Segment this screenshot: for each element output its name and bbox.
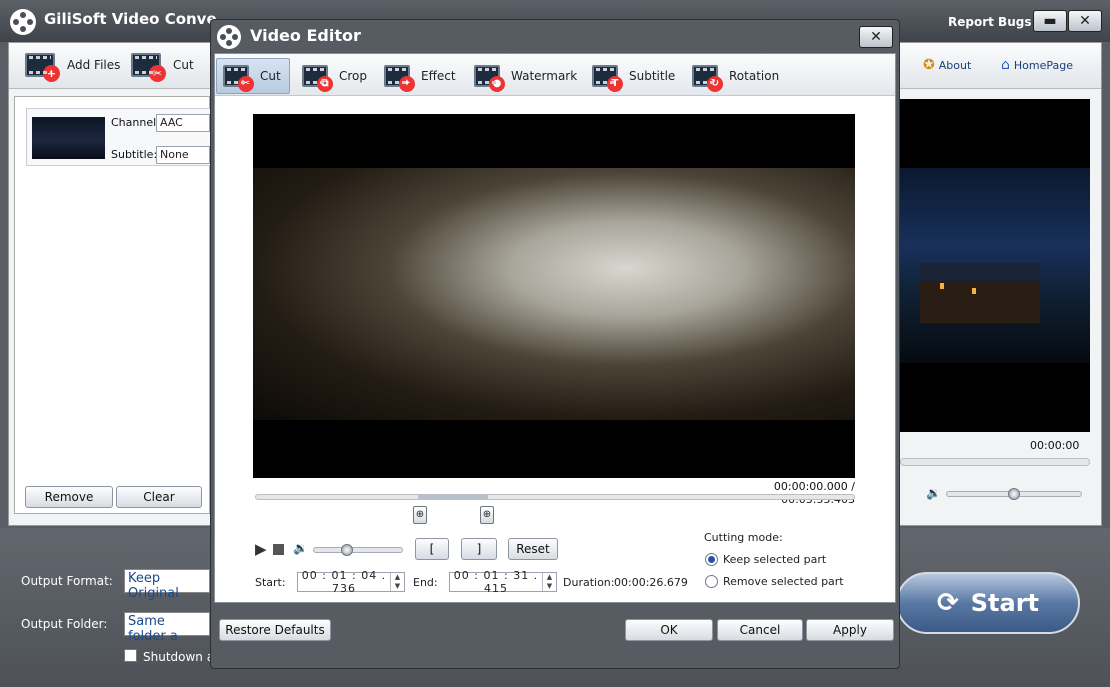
video-frame [253,168,855,420]
start-time-stepper[interactable]: 00 : 01 : 04 . 736 ▲ ▼ [297,569,405,595]
keep-selected-label: Keep selected part [723,553,827,566]
watermark-drop-icon: ● [474,65,505,92]
remove-selected-radio[interactable] [705,575,718,588]
end-label: End: [413,576,438,589]
preview-time: 00:00:00 [1030,439,1080,452]
add-files-icon: + [25,53,60,82]
add-files-button[interactable]: + Add Files [25,53,121,82]
subtitle-select[interactable]: None [156,146,210,164]
seek-bar[interactable] [255,494,855,500]
tab-subtitle[interactable]: T Subtitle [586,58,681,94]
volume-knob[interactable] [341,544,353,556]
effect-wand-icon: ✦ [384,65,415,92]
tab-crop[interactable]: ⧉ Crop [296,58,373,94]
close-button[interactable]: ✕ [1068,10,1102,32]
medal-icon: ✪ [923,57,935,73]
dialog-logo-icon [217,25,241,49]
dialog-title: Video Editor [250,26,361,45]
mark-out-button[interactable]: ] [461,538,497,560]
add-files-label: Add Files [67,58,121,72]
output-format-label: Output Format: [21,574,113,588]
channel-select[interactable]: AAC [156,114,210,132]
cut-button[interactable]: ✂ Cut [131,53,194,82]
shutdown-label: Shutdown a [143,650,215,664]
subtitle-label: Subtitle: [111,148,158,161]
end-time-value: 00 : 01 : 31 . 415 [453,569,539,595]
tab-watermark[interactable]: ● Watermark [468,58,583,94]
channel-label: Channel: [111,116,160,129]
restore-defaults-button[interactable]: Restore Defaults [219,619,331,641]
remove-selected-label: Remove selected part [723,575,844,588]
duration-label: Duration: [563,576,615,589]
about-label: About [938,58,972,72]
app-title: GiliSoft Video Conve [44,10,217,28]
about-link[interactable]: ✪ About [923,57,971,73]
subtitle-text-icon: T [592,65,623,92]
ok-button[interactable]: OK [625,619,713,641]
scissors-icon: ✂ [131,53,166,82]
shutdown-checkbox[interactable] [124,649,137,662]
volume-slider[interactable] [313,547,403,553]
clear-button[interactable]: Clear [116,486,202,508]
video-thumbnail [32,117,105,159]
end-marker-handle[interactable]: ⊕ [480,506,494,524]
scissors-icon: ✂ [223,65,254,92]
reset-button[interactable]: Reset [508,538,558,560]
start-spin-arrows[interactable]: ▲ ▼ [390,573,404,591]
play-icon[interactable]: ▶ [255,540,267,558]
duration-value: 00:00:26.679 [614,576,688,589]
start-label: Start: [255,576,286,589]
homepage-link[interactable]: ⌂ HomePage [1001,57,1073,73]
apply-button[interactable]: Apply [806,619,894,641]
cut-label: Cut [173,58,194,72]
tab-cut[interactable]: ✂ Cut [216,58,290,94]
cancel-button[interactable]: Cancel [717,619,803,641]
tab-rotation-label: Rotation [729,69,780,83]
homepage-label: HomePage [1013,58,1074,72]
preview-seek-bar[interactable] [900,458,1090,466]
stop-icon[interactable] [273,544,284,555]
tab-rotation[interactable]: ↻ Rotation [686,58,785,94]
preview-volume-icon[interactable]: 🔉 [926,486,941,500]
preview-volume-knob[interactable] [1008,488,1020,500]
start-time-value: 00 : 01 : 04 . 736 [301,569,387,595]
tab-effect[interactable]: ✦ Effect [378,58,462,94]
tab-crop-label: Crop [339,69,368,83]
dialog-close-button[interactable]: ✕ [859,26,893,48]
remove-button[interactable]: Remove [25,486,113,508]
output-format-select[interactable]: Keep Original [124,569,210,601]
refresh-icon: ⟳ [936,588,959,618]
output-folder-label: Output Folder: [21,617,108,631]
app-logo-icon [10,9,36,35]
minimize-button[interactable]: ▬ [1033,10,1067,32]
end-time-stepper[interactable]: 00 : 01 : 31 . 415 ▲ ▼ [449,569,557,595]
start-button[interactable]: ⟳ Start [896,572,1080,634]
preview-frame [900,168,1090,363]
tab-effect-label: Effect [421,69,456,83]
rotation-icon: ↻ [692,65,723,92]
start-label: Start [970,589,1040,617]
end-spin-arrows[interactable]: ▲ ▼ [542,573,556,591]
cutting-mode-label: Cutting mode: [704,531,783,544]
mark-in-button[interactable]: [ [415,538,449,560]
start-marker-handle[interactable]: ⊕ [413,506,427,524]
tab-subtitle-label: Subtitle [629,69,676,83]
keep-selected-radio[interactable] [705,553,718,566]
report-bugs-link[interactable]: Report Bugs [948,15,1031,29]
output-folder-field[interactable]: Same folder a [124,612,210,644]
crop-icon: ⧉ [302,65,333,92]
home-icon: ⌂ [1001,57,1010,73]
tab-cut-label: Cut [260,69,281,83]
tab-watermark-label: Watermark [511,69,578,83]
volume-icon[interactable]: 🔉 [293,541,308,555]
selected-range [418,494,488,500]
time-readout: 00:00:00.000 / 00:03:55.403 [773,480,855,506]
